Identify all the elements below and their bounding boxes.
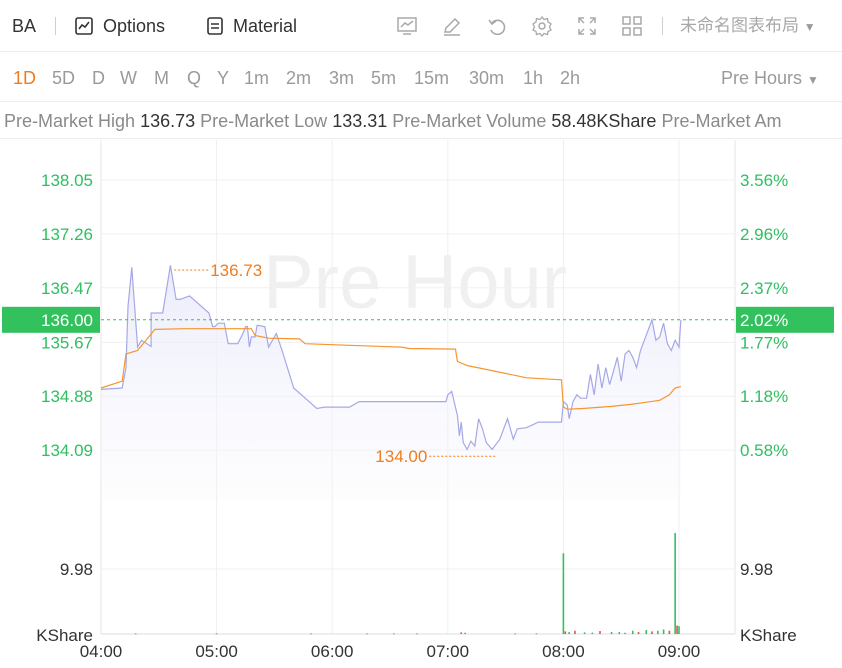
percent-tick-label: 0.58% (740, 441, 788, 460)
volume-bar (366, 633, 368, 635)
volume-bar (631, 630, 634, 634)
volume-bar (618, 632, 621, 634)
price-chart[interactable]: Pre Hour 138.05 3.56% 137.26 2.96% 136.47 2.3… (0, 0, 842, 668)
volume-bar (215, 633, 218, 635)
time-tick-label: 06:00 (311, 642, 354, 661)
time-tick-label: 09:00 (658, 642, 701, 661)
high-marker-label: 136.73 (210, 261, 262, 280)
volume-bar (574, 630, 576, 634)
price-tick-label: 137.26 (41, 225, 93, 244)
volume-bar (535, 633, 538, 635)
volume-bar (416, 633, 418, 635)
volume-bar (676, 625, 678, 634)
volume-bar (562, 553, 565, 634)
volume-tick-label: 9.98 (740, 560, 773, 579)
volume-bar (668, 630, 671, 634)
watermark-text: Pre Hour (263, 240, 567, 325)
volume-bar (657, 630, 659, 634)
volume-bar (599, 631, 601, 634)
volume-bar (310, 633, 312, 635)
volume-bar (624, 632, 626, 634)
percent-tick-label: 1.77% (740, 333, 788, 352)
percent-tick-label: 3.56% (740, 171, 788, 190)
current-price-label: 136.00 (41, 311, 93, 330)
volume-bar (645, 630, 648, 634)
price-tick-label: 134.09 (41, 441, 93, 460)
time-tick-label: 08:00 (542, 642, 585, 661)
time-tick-label: 07:00 (427, 642, 470, 661)
time-tick-label: 05:00 (195, 642, 238, 661)
volume-bar (464, 632, 466, 634)
volume-bar (564, 631, 567, 634)
volume-bar (678, 626, 680, 634)
volume-bar (674, 533, 676, 634)
percent-tick-label: 1.18% (740, 387, 788, 406)
percent-tick-label: 2.96% (740, 225, 788, 244)
current-percent-label: 2.02% (740, 311, 788, 330)
time-tick-label: 04:00 (80, 642, 123, 661)
volume-unit-label: KShare (740, 626, 797, 645)
percent-tick-label: 2.37% (740, 279, 788, 298)
low-marker-label: 134.00 (375, 447, 427, 466)
volume-bar (460, 632, 463, 634)
volume-bar (393, 633, 395, 635)
volume-bar (514, 633, 517, 635)
volume-bar (610, 632, 613, 634)
volume-bar (651, 631, 653, 634)
volume-bar (568, 632, 570, 634)
volume-bar (662, 629, 665, 634)
price-tick-label: 136.47 (41, 279, 93, 298)
volume-bar (637, 632, 640, 634)
volume-bar (583, 632, 586, 634)
volume-bar (134, 633, 137, 635)
price-tick-label: 138.05 (41, 171, 93, 190)
price-tick-label: 135.67 (41, 333, 93, 352)
price-tick-label: 134.88 (41, 387, 93, 406)
volume-bar (591, 632, 594, 634)
volume-tick-label: 9.98 (60, 560, 93, 579)
